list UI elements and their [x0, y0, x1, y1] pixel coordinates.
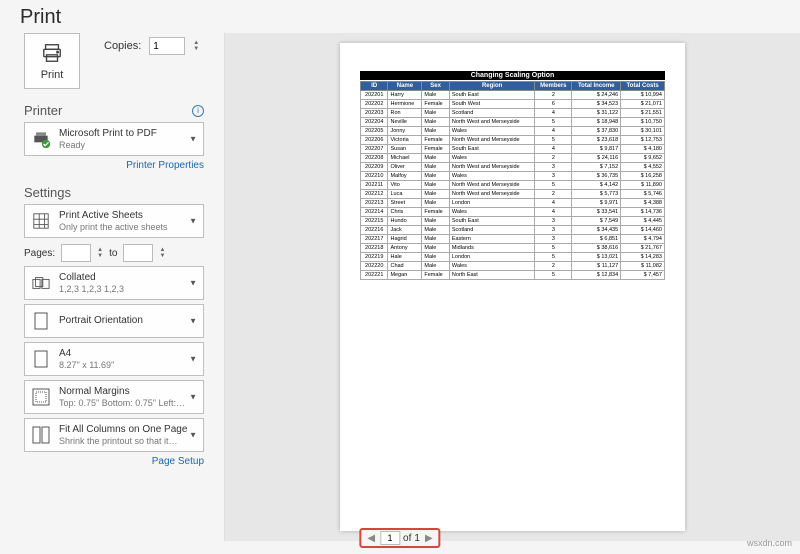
chevron-down-icon: ▼ [189, 279, 197, 288]
table-row: 202212LucaMaleNorth West and Merseyside2… [361, 190, 665, 199]
paper-size-dropdown[interactable]: A48.27" x 11.69" ▼ [24, 342, 204, 376]
watermark: wsxdn.com [747, 538, 792, 548]
table-row: 202214ChrisFemaleWales4$ 33,541$ 14,736 [361, 208, 665, 217]
settings-section-title: Settings [24, 185, 71, 200]
collate-dropdown[interactable]: Collated1,2,3 1,2,3 1,2,3 ▼ [24, 266, 204, 300]
orientation-dropdown[interactable]: Portrait Orientation ▼ [24, 304, 204, 338]
table-row: 202213StreetMaleLondon4$ 9,971$ 4,388 [361, 199, 665, 208]
total-pages: 1 [414, 533, 420, 544]
chevron-down-icon: ▼ [189, 135, 197, 144]
printer-ready-icon [31, 129, 51, 149]
scaling-icon [31, 426, 51, 444]
print-what-dropdown[interactable]: Print Active SheetsOnly print the active… [24, 204, 204, 238]
table-row: 202205JonnyMaleWales4$ 37,830$ 30,101 [361, 127, 665, 136]
col-header: Members [535, 82, 572, 91]
col-header: Total Income [572, 82, 621, 91]
pages-to-input[interactable] [123, 244, 153, 262]
col-header: Total Costs [621, 82, 665, 91]
printer-icon [41, 42, 63, 67]
table-row: 202209OliverMaleNorth West and Merseysid… [361, 163, 665, 172]
table-row: 202202HermioneFemaleSouth West6$ 34,523$… [361, 100, 665, 109]
table-row: 202207SusanFemaleSouth East4$ 9,817$ 4,1… [361, 145, 665, 154]
prev-page-button[interactable]: ◀ [365, 533, 377, 544]
page-title: Print [0, 0, 800, 33]
pages-from-input[interactable] [61, 244, 91, 262]
table-row: 202204NevilleMaleNorth West and Merseysi… [361, 118, 665, 127]
table-row: 202206VictoriaFemaleNorth West and Merse… [361, 136, 665, 145]
table-row: 202219HaleMaleLondon5$ 13,021$ 14,283 [361, 253, 665, 262]
copies-input[interactable] [149, 37, 185, 55]
info-icon[interactable]: i [192, 105, 204, 117]
table-row: 202221MeganFemaleNorth East5$ 12,834$ 7,… [361, 271, 665, 280]
print-button[interactable]: Print [24, 33, 80, 89]
table-row: 202203RonMaleScotland4$ 31,122$ 21,551 [361, 109, 665, 118]
scaling-dropdown[interactable]: Fit All Columns on One PageShrink the pr… [24, 418, 204, 452]
collate-icon [31, 276, 51, 290]
pages-label: Pages: [24, 248, 55, 259]
portrait-icon [31, 312, 51, 330]
col-header: Sex [422, 82, 449, 91]
page-navigator: ◀ of 1 ▶ [359, 528, 440, 548]
table-row: 202220ChadMaleWales2$ 11,127$ 11,082 [361, 262, 665, 271]
table-title: Changing Scaling Option [360, 71, 665, 80]
printer-name: Microsoft Print to PDF [59, 128, 197, 140]
chevron-down-icon: ▼ [189, 431, 197, 440]
print-preview-area: Changing Scaling Option IDNameSexRegionM… [224, 33, 800, 541]
chevron-down-icon: ▼ [189, 393, 197, 402]
col-header: Region [449, 82, 535, 91]
next-page-button[interactable]: ▶ [423, 533, 435, 544]
of-label: of [403, 533, 411, 544]
table-row: 202216JackMaleScotland3$ 34,435$ 14,460 [361, 226, 665, 235]
copies-spinner[interactable]: ▲▼ [193, 40, 199, 52]
table-row: 202217HagridMaleEastern3$ 6,851$ 4,794 [361, 235, 665, 244]
chevron-down-icon: ▼ [189, 217, 197, 226]
printer-dropdown[interactable]: Microsoft Print to PDF Ready ▼ [24, 122, 204, 156]
col-header: ID [361, 82, 388, 91]
print-settings-panel: Print Copies: ▲▼ Printer i Microsoft Pri… [0, 33, 224, 541]
col-header: Name [388, 82, 422, 91]
sheets-icon [31, 212, 51, 230]
printer-properties-link[interactable]: Printer Properties [24, 160, 204, 171]
current-page-input[interactable] [380, 531, 400, 545]
table-row: 202208MichaelMaleWales2$ 24,116$ 9,652 [361, 154, 665, 163]
preview-table: IDNameSexRegionMembersTotal IncomeTotal … [360, 81, 665, 280]
chevron-down-icon: ▼ [189, 355, 197, 364]
pages-to-label: to [109, 248, 117, 259]
chevron-down-icon: ▼ [189, 317, 197, 326]
margins-dropdown[interactable]: Normal MarginsTop: 0.75" Bottom: 0.75" L… [24, 380, 204, 414]
copies-label: Copies: [104, 40, 141, 52]
page-setup-link[interactable]: Page Setup [24, 456, 204, 467]
printer-status: Ready [59, 140, 197, 151]
preview-page: Changing Scaling Option IDNameSexRegionM… [340, 43, 685, 531]
table-row: 202215HundoMaleSouth East3$ 7,549$ 4,445 [361, 217, 665, 226]
margins-icon [31, 388, 51, 406]
table-row: 202201HarryMaleSouth East2$ 24,246$ 10,9… [361, 91, 665, 100]
table-row: 202211VitoMaleNorth West and Merseyside5… [361, 181, 665, 190]
table-row: 202218AntonyMaleMidlands5$ 38,616$ 21,76… [361, 244, 665, 253]
print-button-label: Print [41, 69, 64, 81]
printer-section-title: Printer [24, 103, 62, 118]
paper-icon [31, 350, 51, 368]
table-row: 202210MalfoyMaleWales3$ 36,735$ 16,258 [361, 172, 665, 181]
